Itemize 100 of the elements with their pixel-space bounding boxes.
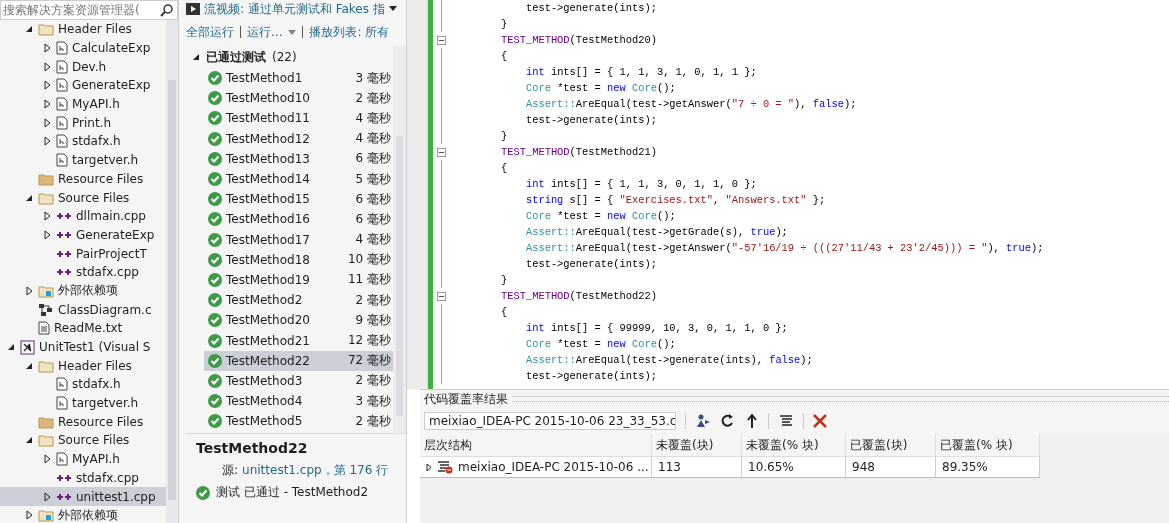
tree-item[interactable]: Print.h [0, 113, 166, 133]
collapsed-arrow-icon[interactable] [25, 285, 33, 296]
dropdown-arrow-icon[interactable] [388, 6, 397, 12]
toolbar-link[interactable]: 全部运行 [186, 23, 234, 41]
code-line: Core *test = new Core(); [524, 337, 677, 352]
tree-item[interactable]: stdafx.cpp [0, 262, 166, 282]
source-link[interactable]: unittest1.cpp，第 176 行 [242, 462, 389, 484]
expanded-arrow-icon[interactable] [7, 343, 15, 352]
collapsed-arrow-icon[interactable] [25, 510, 33, 521]
import-icon[interactable] [695, 413, 711, 429]
test-row[interactable]: TestMethod20 9 毫秒 [204, 310, 393, 331]
tree-item[interactable]: Source Files [0, 188, 166, 207]
coverage-run-dropdown[interactable]: meixiao_IDEA-PC 2015-10-06 23_33_53.c [424, 412, 676, 430]
folder-icon [38, 358, 54, 373]
header-file-icon [56, 115, 68, 130]
passed-check-icon [208, 172, 222, 187]
tree-item[interactable]: GenerateExp [0, 76, 166, 95]
column-header[interactable]: 层次结构 [420, 434, 652, 456]
tree-item[interactable]: 外部依赖项 [0, 281, 166, 301]
tree-item[interactable]: stdafx.h [0, 132, 166, 151]
tree-item[interactable]: MyAPI.h [0, 449, 166, 469]
collapsed-arrow-icon[interactable] [43, 491, 51, 502]
collapse-icon[interactable] [436, 35, 446, 45]
folder-icon [38, 22, 54, 37]
upload-arrow-icon[interactable] [745, 413, 759, 429]
tree-item[interactable]: Resource Files [0, 169, 166, 189]
test-row[interactable]: TestMethod19 11 毫秒 [204, 269, 393, 291]
tree-item[interactable]: CalculateExp [0, 38, 166, 58]
expanded-arrow-icon[interactable] [25, 436, 33, 445]
collapsed-arrow-icon[interactable] [43, 229, 51, 240]
tree-item[interactable]: stdafx.h [0, 375, 166, 394]
search-icon[interactable] [160, 3, 174, 17]
search-field[interactable]: 搜索解决方案资源管理器( [0, 0, 178, 20]
tree-item[interactable]: PairProjectT [0, 244, 166, 263]
report-icon[interactable] [778, 413, 794, 429]
collapsed-arrow-icon[interactable] [43, 99, 51, 110]
close-icon[interactable] [813, 414, 827, 428]
tree-item[interactable]: MyAPI.h [0, 94, 166, 114]
test-row[interactable]: TestMethod21 12 毫秒 [204, 330, 393, 351]
table-cell: 113 [658, 460, 681, 474]
test-row[interactable]: TestMethod18 10 毫秒 [204, 249, 393, 270]
collapsed-arrow-icon[interactable] [43, 454, 51, 465]
tree-item[interactable]: GenerateExp [0, 225, 166, 245]
toolbar-link[interactable]: 运行... [247, 23, 283, 41]
test-row[interactable]: TestMethod11 4 毫秒 [204, 108, 393, 129]
column-header[interactable]: 未覆盖(% 块) [742, 434, 846, 456]
test-row[interactable]: TestMethod3 2 毫秒 [204, 370, 393, 391]
passed-check-icon [208, 192, 222, 207]
tree-item[interactable]: Dev.h [0, 57, 166, 77]
collapsed-arrow-icon[interactable] [43, 80, 51, 91]
test-row[interactable]: TestMethod17 4 毫秒 [204, 229, 393, 250]
tree-item[interactable]: Header Files [0, 20, 166, 39]
passed-check-icon [208, 212, 222, 227]
video-link[interactable]: 流视频: 通过单元测试和 Fakes 指 [204, 0, 385, 18]
tree-item[interactable]: stdafx.cpp [0, 468, 166, 488]
collapsed-arrow-icon[interactable] [426, 462, 432, 472]
tree-item[interactable]: Resource Files [0, 412, 166, 432]
expanded-arrow-icon[interactable] [192, 53, 200, 61]
test-row[interactable]: TestMethod1 3 毫秒 [204, 68, 393, 89]
test-row[interactable]: TestMethod12 4 毫秒 [204, 128, 393, 149]
tree-item[interactable]: targetver.h [0, 393, 166, 413]
tree-item[interactable]: targetver.h [0, 150, 166, 170]
passed-check-icon [208, 91, 222, 106]
toolbar-link[interactable]: 播放列表: 所有 [309, 23, 390, 41]
column-header[interactable]: 未覆盖(块) [652, 434, 742, 456]
passed-check-icon [196, 485, 210, 500]
refresh-icon[interactable] [720, 413, 736, 429]
collapsed-arrow-icon[interactable] [43, 211, 51, 222]
scrollbar[interactable] [166, 20, 178, 523]
test-row[interactable]: TestMethod22 72 毫秒 [204, 350, 393, 371]
test-row[interactable]: TestMethod4 3 毫秒 [204, 391, 393, 412]
cpp-file-icon [56, 211, 72, 222]
tree-item[interactable]: dllmain.cpp [0, 206, 166, 226]
tree-item[interactable]: UnitTest1 (Visual S [0, 337, 166, 357]
test-row[interactable]: TestMethod16 6 毫秒 [204, 209, 393, 230]
test-row[interactable]: TestMethod13 6 毫秒 [204, 148, 393, 169]
tree-item[interactable]: Header Files [0, 356, 166, 376]
collapse-icon[interactable] [436, 291, 446, 301]
test-row[interactable]: TestMethod2 2 毫秒 [204, 290, 393, 311]
collapsed-arrow-icon[interactable] [43, 61, 51, 72]
column-header[interactable]: 已覆盖(% 块) [936, 434, 1040, 456]
collapsed-arrow-icon[interactable] [43, 43, 51, 54]
tree-item[interactable]: Source Files [0, 431, 166, 450]
expanded-arrow-icon[interactable] [25, 193, 33, 202]
tree-item[interactable]: ClassDiagram.c [0, 300, 166, 319]
expanded-arrow-icon[interactable] [25, 25, 33, 34]
collapse-icon[interactable] [436, 147, 446, 157]
collapsed-arrow-icon[interactable] [43, 136, 51, 147]
test-row[interactable]: TestMethod14 5 毫秒 [204, 168, 393, 190]
test-row[interactable]: TestMethod10 2 毫秒 [204, 88, 393, 109]
test-row[interactable]: TestMethod15 6 毫秒 [204, 189, 393, 210]
scrollbar[interactable] [393, 46, 406, 433]
tree-item[interactable]: unittest1.cpp [0, 487, 166, 506]
tree-item[interactable]: ReadMe.txt [0, 319, 166, 338]
collapsed-arrow-icon[interactable] [43, 117, 51, 128]
tree-item[interactable]: 外部依赖项 [0, 505, 166, 523]
expanded-arrow-icon[interactable] [25, 361, 33, 370]
table-cell: meixiao_IDEA-PC 2015-10-06 ... [458, 460, 649, 474]
column-header[interactable]: 已覆盖(块) [846, 434, 936, 456]
test-row[interactable]: TestMethod5 2 毫秒 [204, 411, 393, 432]
